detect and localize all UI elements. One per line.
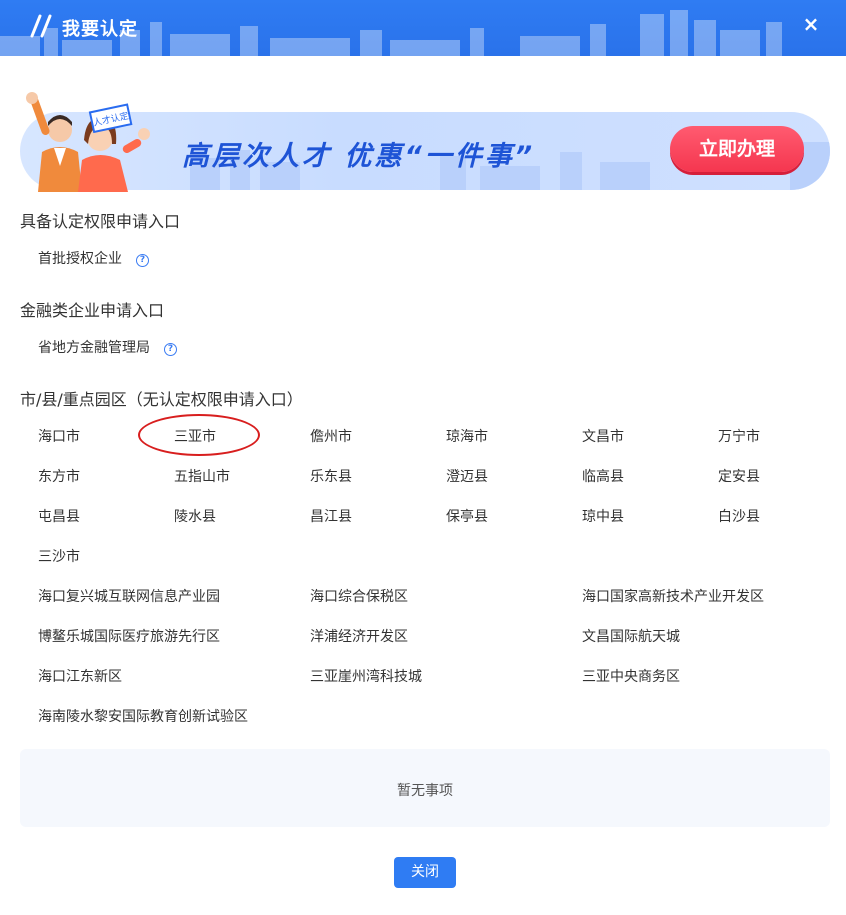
help-icon[interactable]: ? — [136, 254, 149, 267]
park-item[interactable]: 海口综合保税区 — [310, 586, 408, 606]
authorized-enterprise-link[interactable]: 首批授权企业? — [38, 248, 149, 268]
park-item[interactable]: 文昌国际航天城 — [582, 626, 680, 646]
park-item[interactable]: 海口江东新区 — [38, 666, 122, 686]
city-item[interactable]: 海口市 — [38, 426, 80, 446]
city-item[interactable]: 文昌市 — [582, 426, 624, 446]
section-authorized-title: 具备认定权限申请入口 — [20, 212, 181, 231]
city-item[interactable]: 琼海市 — [446, 426, 488, 446]
city-item[interactable]: 五指山市 — [174, 466, 230, 486]
certification-modal: 我要认定 × 高层次人才 优惠“一件事” 立即办理 人才认定 具备认定权限申请入… — [0, 0, 846, 915]
park-item[interactable]: 海口复兴城互联网信息产业园 — [38, 586, 220, 606]
financial-bureau-label: 省地方金融管理局 — [38, 340, 150, 356]
park-item[interactable]: 海口国家高新技术产业开发区 — [582, 586, 764, 606]
banner-headline: 高层次人才 优惠“一件事” — [182, 141, 536, 172]
city-item[interactable]: 琼中县 — [582, 506, 624, 526]
close-icon[interactable]: × — [800, 13, 822, 35]
authorized-enterprise-label: 首批授权企业 — [38, 251, 122, 267]
city-item[interactable]: 万宁市 — [718, 426, 760, 446]
park-item[interactable]: 三亚中央商务区 — [582, 666, 680, 686]
people-illustration: 人才认定 — [26, 92, 150, 192]
financial-bureau-link[interactable]: 省地方金融管理局? — [38, 337, 177, 357]
city-item[interactable]: 屯昌县 — [38, 506, 80, 526]
park-item[interactable]: 三亚崖州湾科技城 — [310, 666, 422, 686]
city-item[interactable]: 陵水县 — [174, 506, 216, 526]
city-item[interactable]: 白沙县 — [718, 506, 760, 526]
title-slash-icon — [30, 14, 52, 38]
city-item[interactable]: 东方市 — [38, 466, 80, 486]
city-item[interactable]: 儋州市 — [310, 426, 352, 446]
park-item[interactable]: 海南陵水黎安国际教育创新试验区 — [38, 706, 248, 726]
city-item[interactable]: 定安县 — [718, 466, 760, 486]
city-item[interactable]: 昌江县 — [310, 506, 352, 526]
city-item[interactable]: 乐东县 — [310, 466, 352, 486]
empty-state-box: 暂无事项 — [20, 749, 830, 827]
city-item[interactable]: 澄迈县 — [446, 466, 488, 486]
apply-now-button[interactable]: 立即办理 — [670, 126, 804, 172]
section-city-title: 市/县/重点园区（无认定权限申请入口） — [20, 390, 303, 409]
park-item[interactable]: 博鳌乐城国际医疗旅游先行区 — [38, 626, 220, 646]
city-item[interactable]: 三沙市 — [38, 546, 80, 566]
city-item[interactable]: 临高县 — [582, 466, 624, 486]
highlight-circle-annotation — [138, 414, 260, 456]
help-icon[interactable]: ? — [164, 343, 177, 356]
empty-state-text: 暂无事项 — [397, 783, 453, 799]
close-button[interactable]: 关闭 — [394, 857, 456, 888]
city-item[interactable]: 保亭县 — [446, 506, 488, 526]
modal-header: 我要认定 × — [0, 0, 846, 56]
section-financial-title: 金融类企业申请入口 — [20, 301, 165, 320]
park-item[interactable]: 洋浦经济开发区 — [310, 626, 408, 646]
modal-title: 我要认定 — [62, 19, 138, 40]
